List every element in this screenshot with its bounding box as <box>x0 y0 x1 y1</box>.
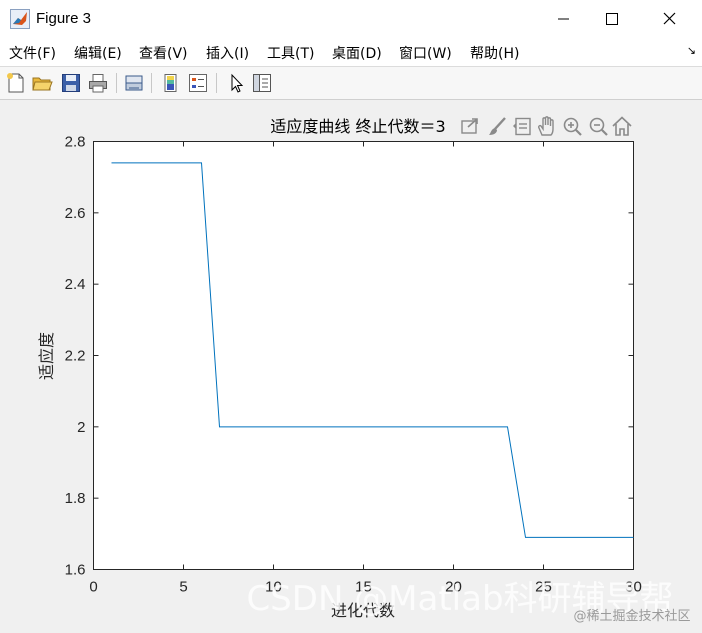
minimize-icon <box>558 18 569 20</box>
toolbar-separator <box>116 73 117 93</box>
new-figure-icon[interactable] <box>5 72 27 94</box>
toolbar-separator <box>151 73 152 93</box>
chart-title: 适应度曲线 终止代数＝3 <box>270 117 445 136</box>
menu-help[interactable]: 帮助(H) <box>470 43 519 63</box>
open-file-icon[interactable] <box>31 72 53 94</box>
menu-edit[interactable]: 编辑(E) <box>74 43 122 63</box>
y-tick-label: 2 <box>77 419 85 436</box>
menu-file[interactable]: 文件(F) <box>9 43 56 63</box>
y-tick-label: 1.6 <box>65 562 86 579</box>
watermark-secondary: @稀土掘金技术社区 <box>573 608 690 624</box>
edit-plot-cursor-icon[interactable] <box>225 72 247 94</box>
y-tick-label: 1.8 <box>65 490 86 507</box>
link-plot-icon[interactable] <box>123 72 145 94</box>
figure-canvas: 1.6 1.8 2 2.2 2.4 2.6 2.8 0 5 10 15 20 25 30 适应度曲线 终… <box>0 100 702 628</box>
matlab-logo-icon <box>10 9 30 29</box>
menu-window[interactable]: 窗口(W) <box>399 43 452 63</box>
export-icon[interactable] <box>461 118 478 134</box>
maximize-icon <box>606 13 618 25</box>
window-titlebar: Figure 3 <box>0 0 702 39</box>
brush-icon[interactable] <box>489 117 506 135</box>
axes-background[interactable] <box>93 141 634 570</box>
zoom-in-icon[interactable] <box>563 117 582 136</box>
y-tick-labels: 1.6 1.8 2 2.2 2.4 2.6 2.8 <box>65 134 86 579</box>
axes-toolbar <box>461 116 632 136</box>
insert-legend-icon[interactable] <box>187 72 209 94</box>
menu-insert[interactable]: 插入(I) <box>206 43 249 63</box>
window-title: Figure 3 <box>36 10 92 27</box>
figure-toolbar <box>0 67 702 100</box>
save-icon[interactable] <box>60 72 82 94</box>
toolbar-separator <box>216 73 217 93</box>
insert-colorbar-icon[interactable] <box>160 72 182 94</box>
pan-hand-icon[interactable] <box>538 116 554 136</box>
menu-bar: 文件(F) 编辑(E) 查看(V) 插入(I) 工具(T) 桌面(D) 窗口(W… <box>0 38 702 67</box>
menu-view[interactable]: 查看(V) <box>139 43 188 63</box>
y-tick-label: 2.6 <box>65 205 86 222</box>
home-icon[interactable] <box>612 116 632 136</box>
dock-arrow-icon[interactable]: ↘ <box>687 44 696 57</box>
y-tick-label: 2.2 <box>65 348 86 365</box>
plot-svg: 1.61.822.22.42.62.8 0 5 10 15 20 25 30 适应度曲线 终… <box>37 116 691 624</box>
y-axis-label: 适应度 <box>37 332 56 380</box>
minimize-button[interactable] <box>540 0 586 38</box>
close-icon <box>663 12 676 25</box>
y-tick-label: 2.8 <box>65 134 86 151</box>
maximize-button[interactable] <box>589 0 635 38</box>
print-icon[interactable] <box>87 72 109 94</box>
zoom-out-icon[interactable] <box>589 117 608 136</box>
close-button[interactable] <box>646 0 692 38</box>
menu-desktop[interactable]: 桌面(D) <box>332 43 382 63</box>
data-tips-icon[interactable] <box>513 117 531 136</box>
property-inspector-icon[interactable] <box>251 72 273 94</box>
x-tick-label: 5 <box>179 579 187 596</box>
y-tick-label: 2.4 <box>65 276 86 293</box>
menu-tools[interactable]: 工具(T) <box>267 43 314 63</box>
x-tick-label: 0 <box>89 579 97 596</box>
